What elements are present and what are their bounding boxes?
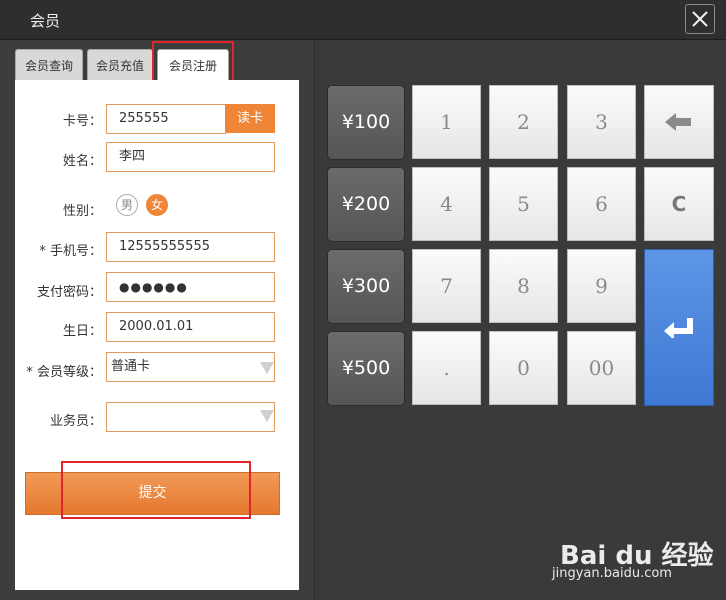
amount-100-button[interactable]: ¥100	[327, 85, 405, 160]
gender-label: 性别：	[62, 204, 102, 219]
key-3[interactable]: 3	[567, 85, 636, 159]
submit-button[interactable]: 提交	[25, 472, 280, 515]
title-bar: 会员	[0, 0, 726, 40]
watermark-url: jingyan.baidu.com	[552, 566, 672, 581]
backspace-button[interactable]	[644, 85, 714, 159]
password-input[interactable]: ●●●●●●	[106, 272, 275, 302]
amount-500-button[interactable]: ¥500	[327, 331, 405, 406]
card-label: 卡号：	[62, 114, 102, 129]
key-5[interactable]: 5	[489, 167, 558, 241]
key-6[interactable]: 6	[567, 167, 636, 241]
staff-select[interactable]	[106, 402, 275, 432]
birthday-input[interactable]: 2000.01.01	[106, 312, 275, 342]
chevron-down-icon	[260, 362, 274, 374]
key-dot[interactable]: .	[412, 331, 481, 405]
gender-male-radio[interactable]: 男	[116, 194, 138, 216]
tab-member-query[interactable]: 会员查询	[15, 49, 83, 81]
window-title: 会员	[30, 12, 61, 30]
close-button[interactable]	[685, 4, 715, 34]
enter-icon	[664, 318, 693, 338]
key-4[interactable]: 4	[412, 167, 481, 241]
backspace-icon	[665, 113, 691, 131]
key-1[interactable]: 1	[412, 85, 481, 159]
card-number-input[interactable]: 255555	[106, 104, 226, 134]
key-00[interactable]: 00	[567, 331, 636, 405]
level-select[interactable]: 普通卡	[106, 352, 275, 382]
tab-member-recharge[interactable]: 会员充值	[87, 49, 153, 81]
close-icon	[692, 11, 708, 27]
key-0[interactable]: 0	[489, 331, 558, 405]
phone-input[interactable]: 12555555555	[106, 232, 275, 262]
birthday-label: 生日：	[62, 324, 102, 339]
key-2[interactable]: 2	[489, 85, 558, 159]
phone-label: * 手机号：	[39, 244, 102, 259]
tab-member-register[interactable]: 会员注册	[157, 49, 229, 81]
name-input[interactable]: 李四	[106, 142, 275, 172]
enter-button[interactable]	[644, 249, 714, 406]
gender-female-radio[interactable]: 女	[146, 194, 168, 216]
key-7[interactable]: 7	[412, 249, 481, 323]
chevron-down-icon	[260, 410, 274, 422]
read-card-button[interactable]: 读卡	[225, 104, 275, 133]
key-9[interactable]: 9	[567, 249, 636, 323]
amount-200-button[interactable]: ¥200	[327, 167, 405, 242]
password-label: 支付密码：	[36, 285, 102, 300]
staff-label: 业务员：	[49, 414, 102, 429]
name-label: 姓名：	[62, 154, 102, 169]
clear-button[interactable]: C	[644, 167, 714, 241]
key-8[interactable]: 8	[489, 249, 558, 323]
level-label: * 会员等级：	[26, 365, 102, 380]
amount-300-button[interactable]: ¥300	[327, 249, 405, 324]
